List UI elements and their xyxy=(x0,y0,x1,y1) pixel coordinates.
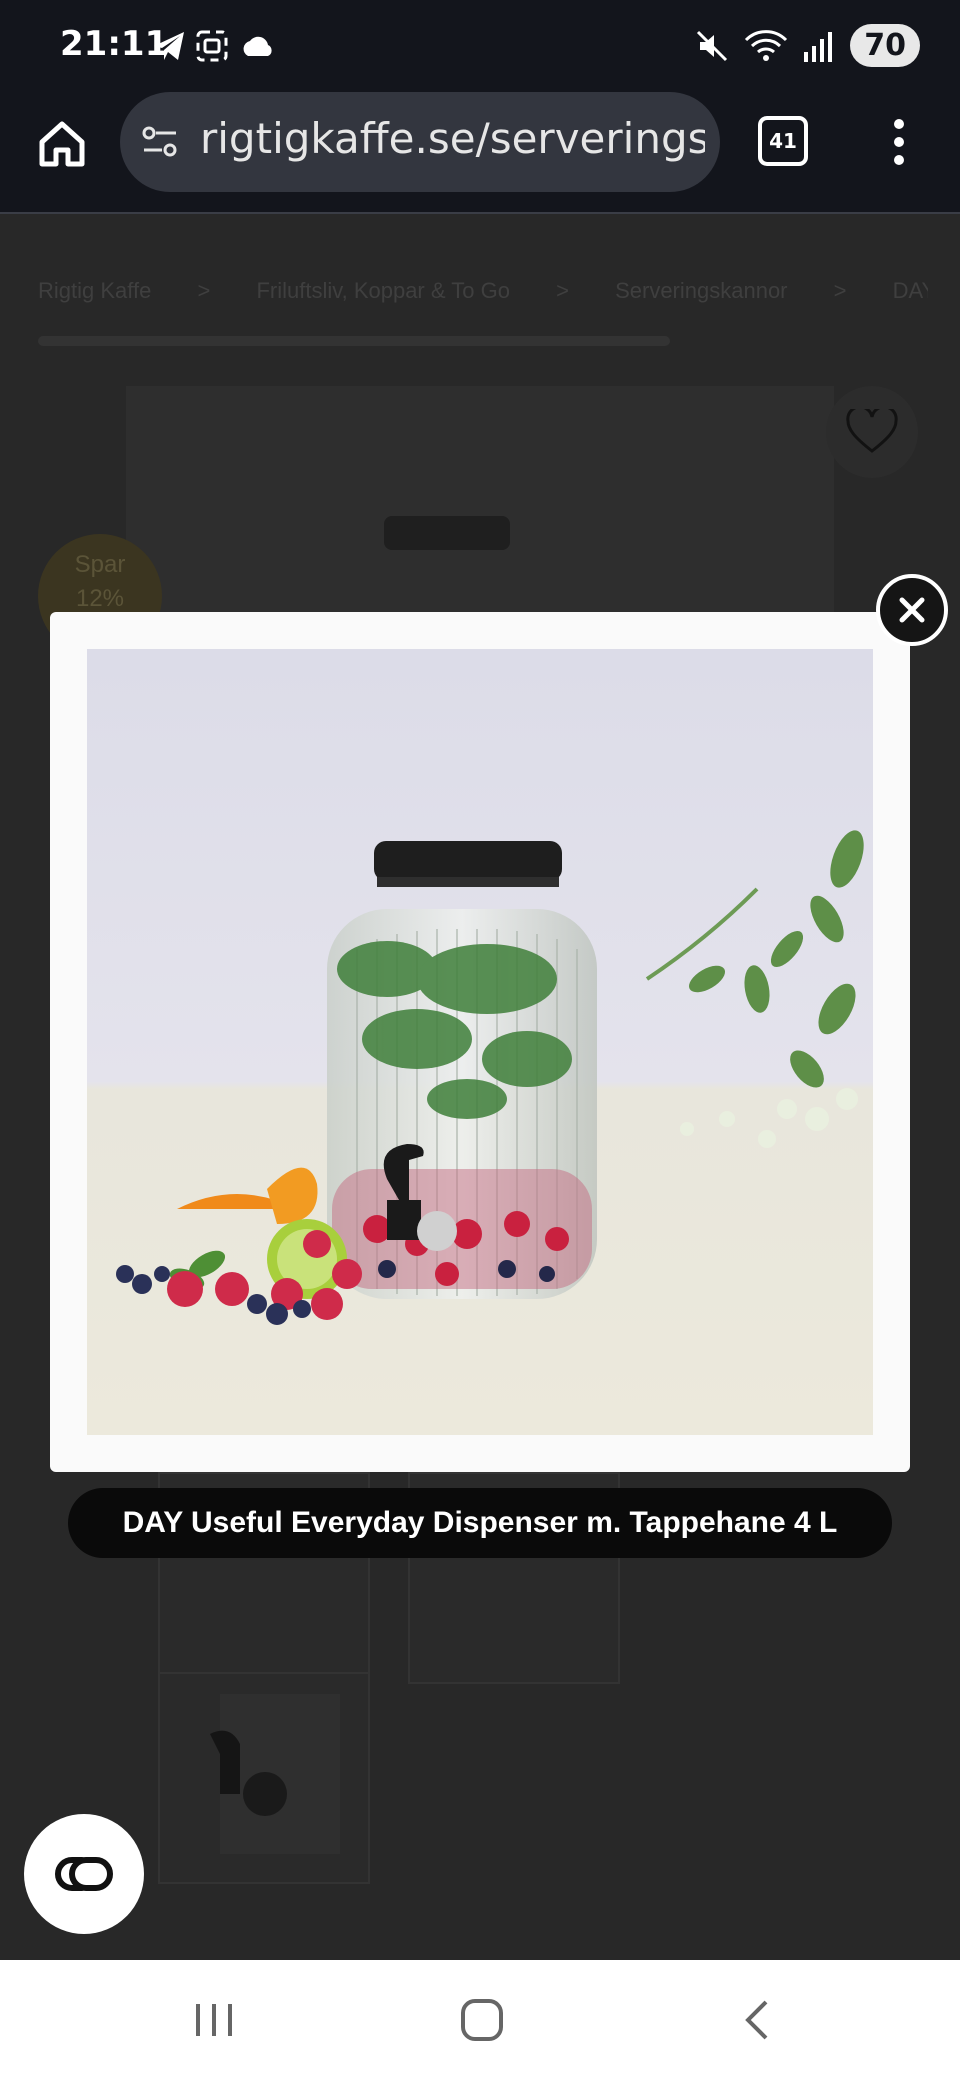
recents-icon xyxy=(196,2004,232,2036)
wifi-icon xyxy=(745,29,788,61)
cloud-icon xyxy=(243,36,272,56)
lightbox-modal xyxy=(50,612,910,1472)
url-text[interactable]: rigtigkaffe.se/serveringsk xyxy=(200,114,705,163)
tune-icon xyxy=(142,126,177,157)
mute-icon xyxy=(697,30,728,61)
chat-icon xyxy=(55,1857,113,1891)
signal-icon xyxy=(804,31,833,62)
breadcrumb-item: DAY Useful Ever xyxy=(892,278,928,303)
lightbox-close-button[interactable] xyxy=(876,574,948,646)
system-nav-bar xyxy=(0,1960,960,2080)
battery-indicator: 70 xyxy=(850,24,920,67)
browser-menu-button[interactable] xyxy=(884,112,914,177)
home-button[interactable] xyxy=(34,116,90,172)
lightbox-product-image[interactable] xyxy=(87,649,873,1435)
breadcrumb-separator: > xyxy=(556,278,569,303)
recents-button[interactable] xyxy=(192,1998,236,2047)
home-nav-icon xyxy=(461,1999,503,2041)
breadcrumb-item[interactable]: Rigtig Kaffe xyxy=(38,278,151,303)
screenshot-icon xyxy=(196,30,228,62)
browser-toolbar: rigtigkaffe.se/serveringsk 41 xyxy=(0,92,960,214)
back-button[interactable] xyxy=(736,1998,780,2047)
breadcrumb: Rigtig Kaffe > Friluftsliv, Koppar & To … xyxy=(38,278,928,304)
home-icon xyxy=(39,121,85,167)
site-settings-button[interactable] xyxy=(140,122,180,167)
sale-badge-value: 12% xyxy=(75,585,125,612)
breadcrumb-item[interactable]: Friluftsliv, Koppar & To Go xyxy=(256,278,510,303)
home-nav-button[interactable] xyxy=(460,1998,504,2047)
status-right-icons: 70 xyxy=(694,24,920,67)
back-icon xyxy=(745,2000,768,2040)
tab-switcher-button[interactable]: 41 xyxy=(758,116,808,166)
chat-button[interactable] xyxy=(24,1814,144,1934)
scroll-indicator xyxy=(38,336,670,346)
more-vert-icon xyxy=(894,119,904,165)
breadcrumb-separator: > xyxy=(197,278,211,303)
status-left-icons xyxy=(150,28,280,69)
close-icon xyxy=(899,597,925,623)
status-bar: 21:11 70 xyxy=(0,0,960,92)
lightbox-caption: DAY Useful Everyday Dispenser m. Tappeha… xyxy=(68,1488,892,1558)
breadcrumb-separator: > xyxy=(833,278,847,303)
wishlist-button[interactable] xyxy=(826,386,918,478)
telegram-icon xyxy=(154,32,184,60)
thumbnail[interactable] xyxy=(158,1672,370,1884)
breadcrumb-item[interactable]: Serveringskannor xyxy=(615,278,787,303)
heart-icon xyxy=(846,409,898,453)
sale-badge-label: Spar xyxy=(74,551,126,578)
